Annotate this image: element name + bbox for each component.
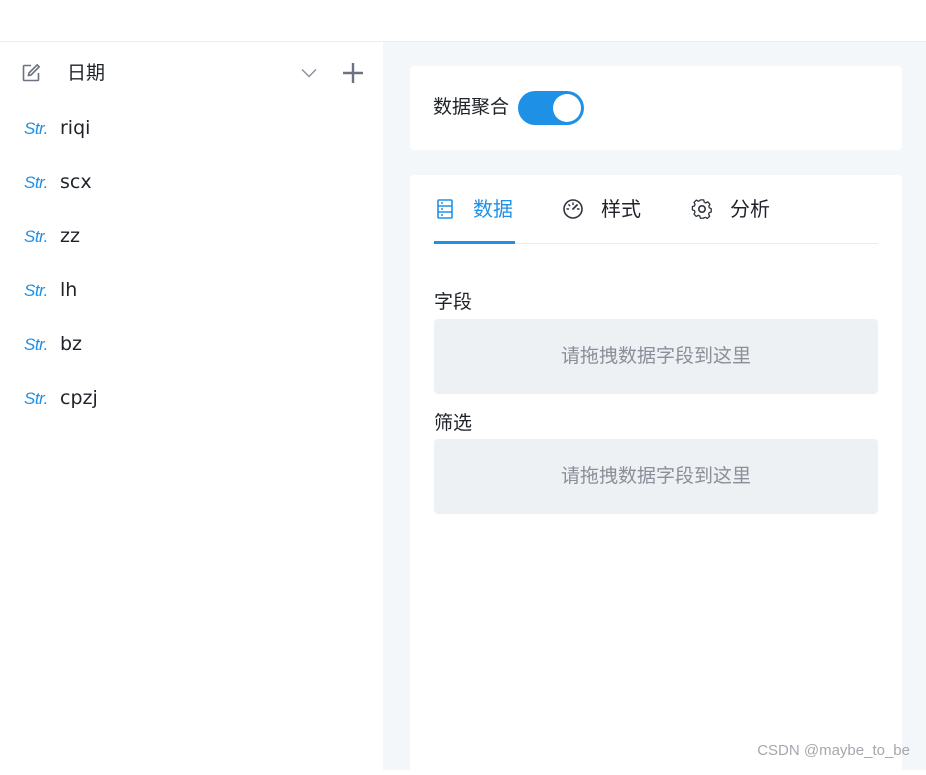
tab-style[interactable]: 样式: [562, 196, 652, 243]
config-tabs: 数据 样式 分析: [434, 175, 878, 244]
field-type-badge: Str.: [24, 389, 48, 408]
plus-icon[interactable]: [341, 61, 365, 85]
gear-icon: [691, 199, 712, 220]
field-item[interactable]: Str. cpzj: [24, 386, 364, 412]
aggregation-toggle[interactable]: [518, 91, 584, 125]
field-name: riqi: [60, 117, 91, 139]
field-type-badge: Str.: [24, 173, 48, 192]
field-name: zz: [60, 225, 80, 247]
filters-section-label: 筛选: [434, 412, 473, 434]
data-table-icon: [437, 199, 453, 219]
field-item[interactable]: Str. bz: [24, 332, 364, 358]
config-card: 数据 样式 分析 字段 请拖拽数据字段到这里 筛选 请拖拽数据字段到这里: [410, 175, 902, 775]
config-panel: 数据聚合 数据 样式 分析 字段 请拖拽数据字段到这里 筛选 请拖拽数据字段到这…: [383, 42, 926, 775]
field-item[interactable]: Str. scx: [24, 170, 364, 196]
watermark: CSDN @maybe_to_be: [757, 742, 910, 759]
field-list-panel: 日期 Str. riqi Str. scx Str. zz Str. lh St…: [0, 42, 383, 770]
field-name: lh: [60, 279, 78, 301]
field-item[interactable]: Str. zz: [24, 224, 364, 250]
tab-data[interactable]: 数据: [434, 196, 515, 244]
field-name: bz: [60, 333, 83, 355]
field-type-badge: Str.: [24, 227, 48, 246]
filters-drop-zone[interactable]: 请拖拽数据字段到这里: [434, 439, 878, 514]
fields-section-label: 字段: [434, 291, 473, 313]
dataset-selector[interactable]: 日期: [20, 61, 365, 85]
gauge-icon: [563, 199, 583, 219]
field-type-badge: Str.: [24, 335, 48, 354]
tab-analysis[interactable]: 分析: [691, 196, 781, 243]
tab-data-label: 数据: [473, 197, 513, 221]
field-item[interactable]: Str. lh: [24, 278, 364, 304]
toggle-knob: [553, 94, 581, 122]
chevron-down-icon[interactable]: [300, 64, 318, 82]
top-bar: [0, 0, 926, 42]
field-type-badge: Str.: [24, 119, 48, 138]
aggregation-card: 数据聚合: [410, 66, 902, 150]
dataset-name: 日期: [67, 62, 106, 84]
aggregation-label: 数据聚合: [433, 96, 510, 118]
fields-drop-zone[interactable]: 请拖拽数据字段到这里: [434, 319, 878, 394]
tab-analysis-label: 分析: [730, 197, 770, 221]
field-item[interactable]: Str. riqi: [24, 116, 364, 142]
edit-icon[interactable]: [20, 62, 42, 84]
field-name: cpzj: [60, 387, 98, 409]
field-name: scx: [60, 171, 92, 193]
tab-style-label: 样式: [601, 197, 641, 221]
field-type-badge: Str.: [24, 281, 48, 300]
